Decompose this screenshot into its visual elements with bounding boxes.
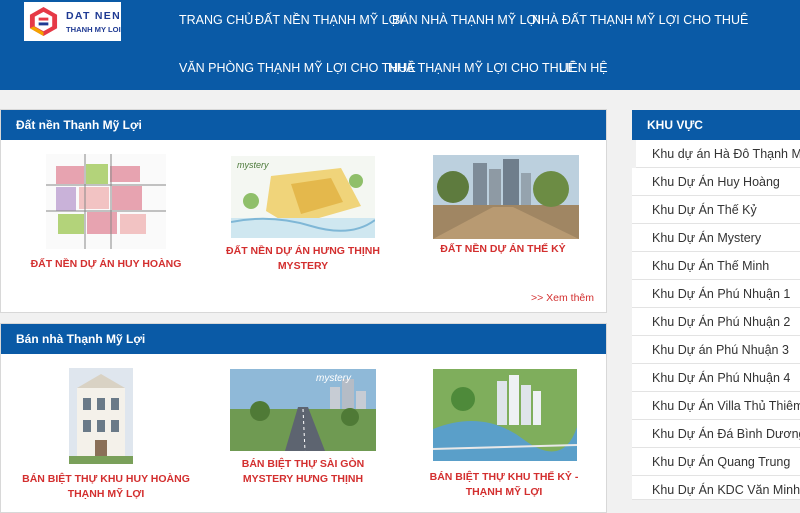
nav-van-phong-cho-thue[interactable]: VĂN PHÒNG THẠNH MỸ LỢI CHO THUÊ — [179, 61, 416, 75]
riverside-image — [433, 369, 577, 461]
sidebar-item[interactable]: Khu dự án Hà Đô Thạnh Mỹ Lợi — [636, 140, 800, 168]
product-card[interactable]: mystery BÁN BIỆT THỰ SÀI GÒN MYSTERY HƯN… — [218, 368, 388, 508]
see-more-link[interactable]: >> Xem thêm — [531, 292, 594, 304]
svg-text:mystery: mystery — [237, 160, 269, 170]
product-caption[interactable]: BÁN BIỆT THỰ SÀI GÒN MYSTERY HƯNG THỊNH — [218, 457, 388, 487]
villa-image — [69, 368, 133, 464]
sidebar-item[interactable]: Khu Dự Án Huy Hoàng — [632, 168, 800, 196]
sidebar-header: KHU VỰC — [632, 110, 800, 140]
sidebar-item[interactable]: Khu Dự Án Thế Minh — [632, 252, 800, 280]
sidebar-item[interactable]: Khu Dự Án Villa Thủ Thiêm — [632, 392, 800, 420]
nav-nha-cho-thue[interactable]: NHÀ THẠNH MỸ LỢI CHO THUÊ — [388, 61, 576, 75]
section-dat-nen: Đất nền Thạnh Mỹ Lợi ĐẤT NỀN DỰ ÁN HUY H… — [0, 109, 607, 313]
logo-icon — [29, 6, 58, 37]
product-card[interactable]: BÁN BIỆT THỰ KHU THẾ KỶ - THẠNH MỸ LỢI — [416, 368, 592, 508]
product-card[interactable]: ĐẤT NỀN DỰ ÁN HUY HOÀNG — [21, 154, 191, 284]
sidebar-item[interactable]: Khu Dự Án Phú Nhuận 2 — [632, 308, 800, 336]
nav-contact[interactable]: LIÊN HỆ — [559, 61, 608, 75]
sidebar-title: KHU VỰC — [632, 110, 800, 140]
nav-home[interactable]: TRANG CHỦ — [179, 13, 253, 27]
sidebar-item[interactable]: Khu Dự Án Mystery — [632, 224, 800, 252]
product-card[interactable]: BÁN BIỆT THỰ KHU HUY HOÀNG THẠNH MỸ LỢI — [16, 368, 196, 508]
product-caption[interactable]: BÁN BIỆT THỰ KHU HUY HOÀNG THẠNH MỸ LỢI — [16, 472, 196, 502]
sidebar-item[interactable]: Khu Dự Án Thế Kỷ — [632, 196, 800, 224]
product-caption[interactable]: ĐẤT NỀN DỰ ÁN HƯNG THỊNH MYSTERY — [223, 244, 383, 274]
project-photo-image — [433, 155, 579, 239]
nav-nha-dat-cho-thue[interactable]: NHÀ ĐẤT THẠNH MỸ LỢI CHO THUÊ — [532, 13, 748, 27]
product-card[interactable]: mystery ĐẤT NỀN DỰ ÁN HƯNG THỊNH MYSTERY — [223, 154, 383, 284]
section-title: Bán nhà Thạnh Mỹ Lợi — [1, 324, 606, 354]
site-logo[interactable]: DAT NEN THANH MY LOI — [24, 2, 121, 41]
street-render-image: mystery — [230, 369, 376, 451]
sidebar-item[interactable]: Khu Dự Án Quang Trung — [632, 448, 800, 476]
product-card[interactable]: ĐẤT NỀN DỰ ÁN THẾ KỶ — [413, 154, 593, 284]
site-header: DAT NEN THANH MY LOI TRANG CHỦ ĐẤT NỀN T… — [0, 0, 800, 90]
sidebar-item[interactable]: Khu Dự Án Phú Nhuận 1 — [632, 280, 800, 308]
section-ban-nha: Bán nhà Thạnh Mỹ Lợi BÁN BIỆT THỰ KHU HU… — [0, 323, 607, 513]
nav-dat-nen[interactable]: ĐẤT NỀN THẠNH MỸ LỢI — [255, 13, 403, 27]
sidebar-item[interactable]: Khu Dự Án Đá Bình Dương — [632, 420, 800, 448]
project-plan-image: mystery — [231, 156, 375, 238]
sidebar-item[interactable]: Khu Dự án Phú Nhuận 3 — [632, 336, 800, 364]
logo-title: DAT NEN — [66, 10, 121, 22]
product-caption[interactable]: ĐẤT NỀN DỰ ÁN THẾ KỶ — [413, 242, 593, 257]
nav-ban-nha[interactable]: BÁN NHÀ THẠNH MỸ LỢI — [392, 13, 541, 27]
project-map-image — [46, 154, 166, 249]
sidebar-item[interactable]: Khu Dự Án Phú Nhuận 4 — [632, 364, 800, 392]
logo-subtitle: THANH MY LOI — [66, 25, 121, 34]
svg-text:mystery: mystery — [316, 373, 352, 384]
sidebar-item[interactable]: Khu Dự Án KDC Văn Minh — [632, 476, 800, 500]
section-title: Đất nền Thạnh Mỹ Lợi — [1, 110, 606, 140]
product-caption[interactable]: BÁN BIỆT THỰ KHU THẾ KỶ - THẠNH MỸ LỢI — [416, 470, 592, 500]
product-caption[interactable]: ĐẤT NỀN DỰ ÁN HUY HOÀNG — [21, 257, 191, 272]
